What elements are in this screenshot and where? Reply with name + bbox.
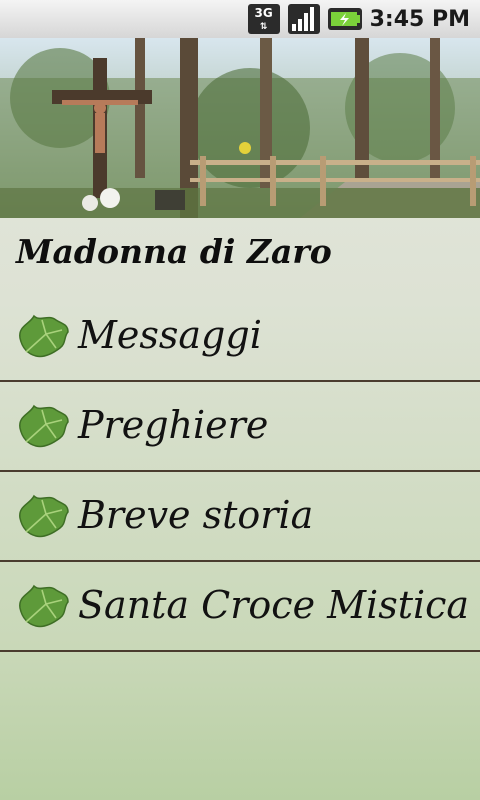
ivy-leaf-icon — [19, 494, 69, 538]
status-icons: 3G ⇅ 3:45 PM — [247, 3, 470, 35]
battery-charging-icon — [327, 4, 362, 34]
status-bar: 3G ⇅ 3:45 PM — [0, 0, 480, 39]
ivy-leaf-icon — [19, 584, 69, 628]
menu-item-preghiere[interactable]: Preghiere — [0, 382, 480, 472]
page-title: Madonna di Zaro — [16, 232, 332, 271]
menu-item-label: Breve storia — [78, 493, 314, 537]
menu-item-messaggi[interactable]: Messaggi — [0, 292, 480, 382]
main-menu: Messaggi Preghiere Breve storia Santa Cr… — [0, 292, 480, 652]
network-type-label: 3G — [254, 6, 273, 20]
ivy-leaf-icon — [19, 404, 69, 448]
clock: 3:45 PM — [369, 6, 470, 32]
header-image — [0, 38, 480, 218]
signal-strength-icon — [287, 4, 320, 34]
ivy-leaf-icon — [19, 314, 69, 358]
menu-item-breve-storia[interactable]: Breve storia — [0, 472, 480, 562]
3g-data-icon: 3G ⇅ — [247, 4, 280, 34]
menu-item-santa-croce-mistica[interactable]: Santa Croce Mistica — [0, 562, 480, 652]
menu-item-label: Preghiere — [78, 403, 269, 447]
menu-item-label: Messaggi — [78, 313, 262, 357]
menu-item-label: Santa Croce Mistica — [78, 583, 470, 627]
